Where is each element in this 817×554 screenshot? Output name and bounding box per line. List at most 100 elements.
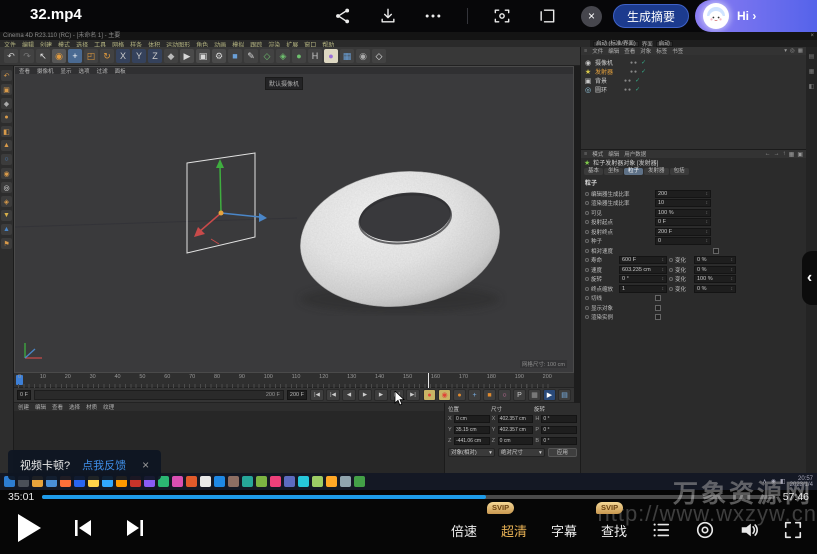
keyframe-dot[interactable] [585,230,589,234]
model-mode-icon[interactable]: ↶ [1,70,12,81]
size-field[interactable]: 402.357 cm [498,426,534,434]
sculpt-icon[interactable]: ● [324,49,338,63]
tray-up-icon[interactable]: ∧ [762,478,766,485]
next-frame-button[interactable]: ▶ [374,389,388,401]
material-menu-item[interactable]: 创建 [18,403,29,411]
size-field[interactable]: 0 cm [498,437,534,445]
panel-tab-icon[interactable]: ▦ [809,68,815,75]
goto-start-button[interactable]: |◀ [310,389,324,401]
share-icon[interactable] [332,5,354,27]
object-manager-tool-icon[interactable]: ▦ [798,48,803,54]
attribute-checkbox[interactable] [713,248,719,254]
primitive-cube-icon[interactable]: ■ [228,49,242,63]
taskbar-app-icon[interactable] [340,476,351,487]
attribute-nav-icon[interactable]: → [774,151,780,158]
viewport-menu-item[interactable]: 过滤 [97,67,108,75]
texture-mode-icon[interactable]: ▣ [1,84,12,95]
axis-tool-icon[interactable]: H [308,49,322,63]
object-row[interactable]: ◎ 圆环 ●● ✓ [581,85,806,94]
viewport-menu-item[interactable]: 查看 [19,67,30,75]
attribute-nav-icon[interactable]: ▣ [797,151,803,158]
render-picture-icon[interactable]: ▣ [196,49,210,63]
attribute-field[interactable]: 603.235 cm↕ [619,266,667,274]
size-field[interactable]: 402.357 cm [498,415,534,423]
render-view-icon[interactable]: ▶ [180,49,194,63]
attribute-menu-item[interactable]: 编辑 [608,150,619,158]
keyframe-dot[interactable] [585,315,589,319]
volume-icon[interactable]: ▦ [340,49,354,63]
frame-end-field[interactable]: 200 F [287,390,307,400]
taskbar-app-icon[interactable] [284,476,295,487]
taskbar-app-icon[interactable] [214,476,225,487]
workplane-icon[interactable]: ⚑ [1,238,12,249]
keyframe-dot[interactable] [585,201,589,205]
taskbar-clock[interactable]: 20:57 2023/1/4 [790,476,813,488]
attribute-checkbox[interactable] [655,295,661,301]
taskbar-app-icon[interactable] [242,476,253,487]
key-scale-button[interactable]: ■ [483,389,496,401]
move-icon[interactable]: + [68,49,82,63]
toast-close-icon[interactable]: × [138,458,149,472]
enabled-check-icon[interactable]: ✓ [641,68,646,75]
select-icon[interactable]: ↖ [36,49,50,63]
attribute-nav-icon[interactable]: ▦ [789,151,795,158]
panel-tab-icon[interactable]: ▤ [809,53,815,60]
keyframe-dot[interactable] [585,211,589,215]
viewport-menu-item[interactable]: 选项 [79,67,90,75]
keyframe-dot[interactable] [669,277,673,281]
attribute-checkbox[interactable] [655,305,661,311]
workplane-mode-icon[interactable]: ◆ [1,98,12,109]
key-parameter-button[interactable]: P [513,389,526,401]
attribute-tab[interactable]: 发射器 [644,168,669,175]
search-button[interactable]: 查找 [601,521,627,540]
taskbar-app-icon[interactable] [228,476,239,487]
object-menu-item[interactable]: 对象 [640,47,651,55]
attribute-tab[interactable]: 基本 [584,168,603,175]
enabled-check-icon[interactable]: ✓ [641,59,646,66]
quantize-icon[interactable]: ◈ [1,196,12,207]
visibility-dots[interactable]: ●● [624,87,632,93]
keyframe-dot[interactable] [585,287,589,291]
close-button[interactable]: × [581,6,602,27]
object-row[interactable]: ◉ 摄像机 ●● ✓ [581,58,806,67]
viewport-filter-icon[interactable]: ◉ [1,168,12,179]
keyframe-dot[interactable] [585,268,589,272]
key-rotation-button[interactable]: ○ [498,389,511,401]
z-axis-icon[interactable]: Z [148,49,162,63]
keyframe-dot[interactable] [585,192,589,196]
attribute-tab[interactable]: 粒子 [624,168,643,175]
record-active-button[interactable]: ● [453,389,466,401]
apply-button[interactable]: 应用 [548,448,577,457]
coord-system-icon[interactable]: ◆ [164,49,178,63]
rotation-field[interactable]: 0 ° [541,415,577,423]
position-field[interactable]: -441.06 cm [454,437,490,445]
y-axis-handle[interactable] [220,166,221,213]
video-frame[interactable]: Cinema 4D R23.110 (RC) - [未命名 1] - 主要 × … [0,32,817,490]
keyframe-dot[interactable] [669,268,673,272]
viewport-menu-item[interactable]: 显示 [61,67,72,75]
z-axis-handle[interactable] [221,213,260,217]
polygons-mode-icon[interactable]: ▲ [1,140,12,151]
attribute-variation-field[interactable]: 0 %↕ [694,256,736,264]
attribute-tab[interactable]: 坐标 [604,168,623,175]
object-menu-item[interactable]: 查看 [624,47,635,55]
object-row[interactable]: ▣ 背景 ●● ✓ [581,76,806,85]
object-manager-tool-icon[interactable]: ▾ [784,48,787,54]
keyframe-dot[interactable] [585,239,589,243]
taskbar-app-icon[interactable] [312,476,323,487]
toast-feedback-button[interactable]: 点我反馈 [82,457,126,473]
attribute-field[interactable]: 600 F↕ [619,256,667,264]
object-menu-item[interactable]: 标签 [656,47,667,55]
keyframe-dot[interactable] [585,258,589,262]
screenshot-icon[interactable] [491,5,513,27]
attribute-variation-field[interactable]: 100 %↕ [694,275,736,283]
edges-mode-icon[interactable]: ◧ [1,126,12,137]
object-origin-handle[interactable] [219,211,224,216]
material-menu-item[interactable]: 选择 [69,403,80,411]
object-menu-item[interactable]: 文件 [592,47,603,55]
scale-icon[interactable]: ◰ [84,49,98,63]
next-icon[interactable] [124,517,146,539]
keyframe-dot[interactable] [585,249,589,253]
redo-icon[interactable]: ↷ [20,49,34,63]
keyframe-dot[interactable] [585,306,589,310]
